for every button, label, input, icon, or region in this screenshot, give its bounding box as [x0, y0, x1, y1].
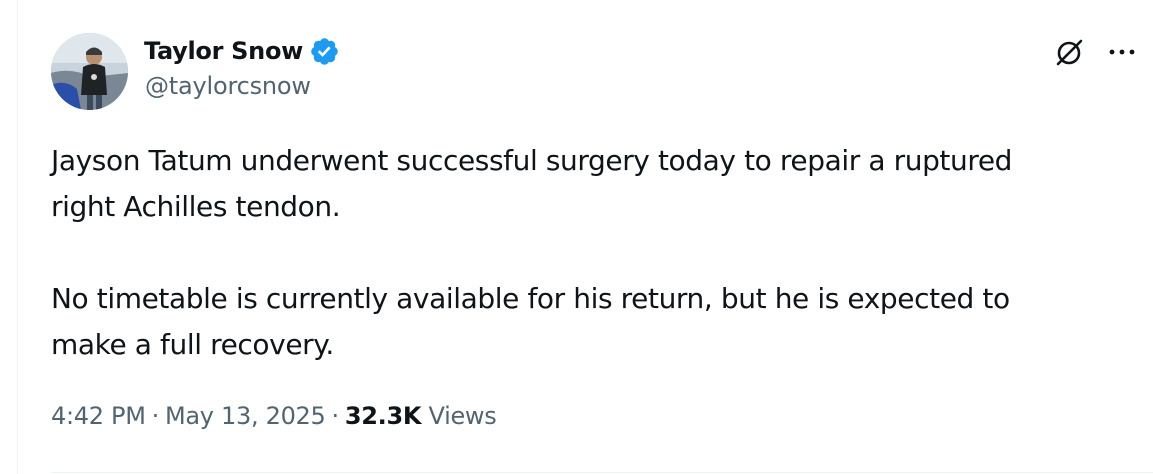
grok-icon[interactable] [1053, 36, 1085, 68]
more-icon[interactable] [1104, 36, 1140, 68]
divider [51, 472, 1153, 473]
author-display-name[interactable]: Taylor Snow [144, 37, 303, 65]
tweet-time[interactable]: 4:42 PM [51, 402, 146, 430]
meta-separator: · [151, 402, 160, 430]
tweet-card: Taylor Snow @taylorcsnow Jayson Tatum un… [17, 0, 1153, 474]
tweet-paragraph: Jayson Tatum underwent successful surger… [51, 144, 1013, 223]
meta-separator: · [331, 402, 339, 430]
avatar-image [51, 33, 128, 110]
tweet-date[interactable]: May 13, 2025 [165, 402, 326, 430]
views-count: 32.3K [344, 402, 422, 430]
tweet-meta: 4:42 PM · May 13, 2025 · 32.3K Views [51, 402, 497, 430]
avatar[interactable] [51, 33, 128, 110]
views-label: Views [428, 402, 497, 430]
verified-badge-icon[interactable] [309, 36, 340, 67]
author-handle[interactable]: @taylorcsnow [145, 72, 311, 100]
tweet-paragraph: No timetable is currently available for … [51, 282, 1010, 361]
tweet-text: Jayson Tatum underwent successful surger… [51, 138, 1131, 368]
author-name-row: Taylor Snow [144, 34, 340, 68]
